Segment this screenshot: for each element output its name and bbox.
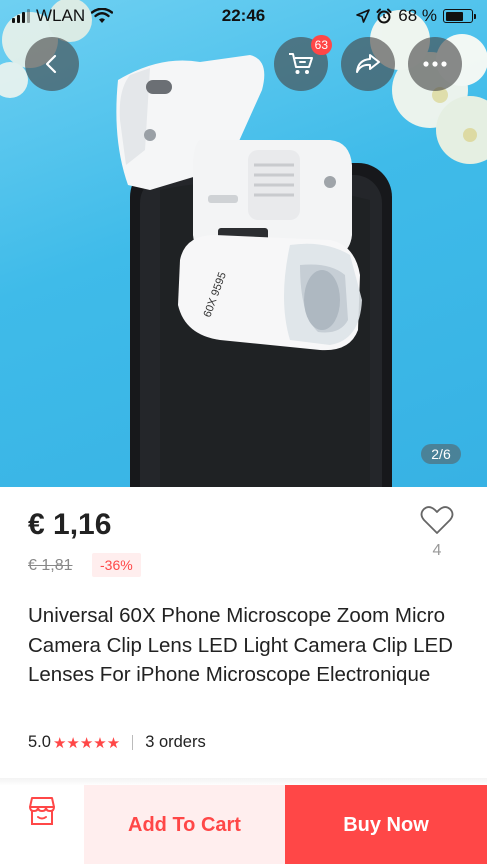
- battery-icon: [443, 9, 476, 23]
- store-button[interactable]: [0, 785, 84, 864]
- wishlist-button[interactable]: 4: [419, 505, 455, 560]
- cart-button[interactable]: 63: [274, 35, 332, 91]
- buy-now-button[interactable]: Buy Now: [285, 785, 487, 864]
- rating-row[interactable]: 5.0 ★★★★★ 3 orders: [28, 733, 206, 752]
- share-icon: [356, 54, 380, 73]
- discount-badge: -36%: [92, 553, 141, 577]
- status-bar: WLAN 22:46 68 %: [0, 0, 487, 32]
- cart-icon: [289, 53, 313, 74]
- wishlist-count: 4: [432, 542, 442, 559]
- image-counter: 2/6: [421, 444, 461, 464]
- product-title: Universal 60X Phone Microscope Zoom Micr…: [28, 604, 453, 686]
- location-arrow-icon: [356, 9, 371, 23]
- rating-stars: ★★★★★: [52, 734, 121, 752]
- more-icon: [423, 61, 447, 67]
- current-price: € 1,16: [28, 508, 112, 541]
- back-button[interactable]: [25, 37, 79, 91]
- share-button[interactable]: [341, 37, 395, 91]
- orders-count: 3 orders: [145, 733, 206, 751]
- original-price: € 1,81: [28, 557, 73, 574]
- rating-score: 5.0: [28, 733, 51, 751]
- cart-count-badge: 63: [310, 35, 332, 55]
- divider: [132, 735, 134, 750]
- chevron-left-icon: [45, 54, 57, 74]
- add-to-cart-button[interactable]: Add To Cart: [84, 785, 285, 864]
- more-button[interactable]: [408, 37, 462, 91]
- alarm-icon: [376, 8, 392, 24]
- bottom-action-bar: Add To Cart Buy Now: [0, 785, 487, 864]
- store-icon: [29, 797, 55, 825]
- product-detail-page: 60X 9595 WLAN 22:46 68 % 63 2/6 € 1,16 €…: [0, 0, 487, 864]
- heart-icon: [420, 506, 454, 534]
- battery-percent: 68 %: [398, 6, 437, 25]
